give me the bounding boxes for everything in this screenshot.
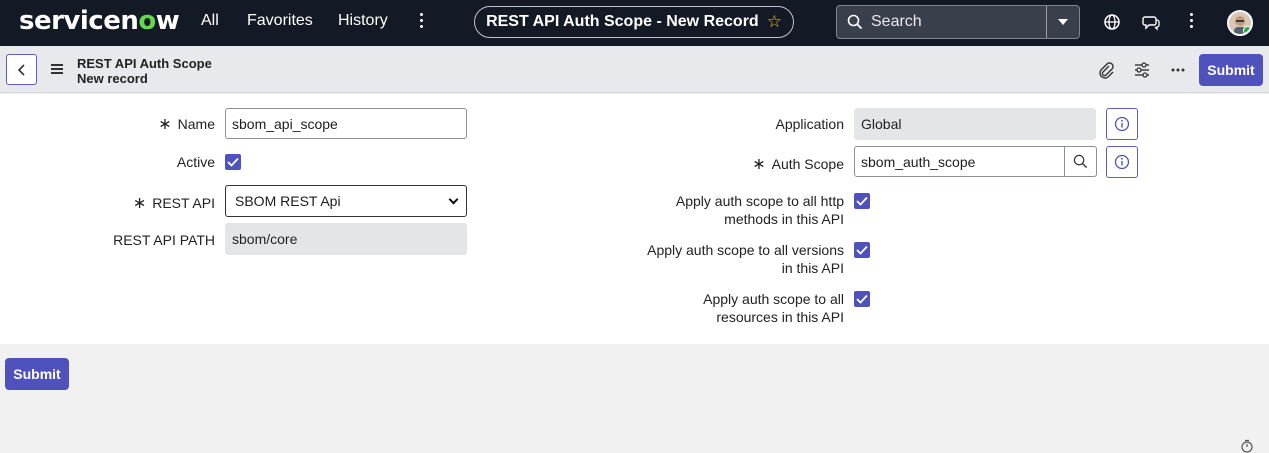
auth-scope-info-button[interactable] — [1106, 146, 1138, 178]
rest-api-selected: SBOM REST Api — [235, 193, 341, 209]
application-field: Global — [854, 108, 1096, 140]
search-scope-dropdown[interactable] — [1046, 6, 1079, 38]
nav-favorites[interactable]: Favorites — [247, 12, 313, 30]
rest-api-select[interactable]: SBOM REST Api — [225, 185, 467, 217]
record-title: REST API Auth Scope - New Record — [486, 13, 759, 30]
active-label: Active — [176, 154, 215, 170]
checkmark-icon — [856, 245, 868, 255]
apply-versions-checkbox[interactable] — [854, 242, 870, 258]
star-icon[interactable]: ☆ — [767, 12, 782, 32]
apply-resources-checkbox[interactable] — [854, 291, 870, 307]
rest-api-path-field: sbom/core — [225, 223, 467, 255]
form-title-table: REST API Auth Scope — [77, 56, 212, 71]
submit-button-bottom[interactable]: Submit — [5, 358, 69, 390]
record-title-pill[interactable]: REST API Auth Scope - New Record ☆ — [474, 6, 794, 38]
name-label: ∗ Name — [158, 116, 215, 133]
application-value: Global — [861, 116, 902, 132]
info-icon — [1114, 154, 1130, 170]
active-checkbox[interactable] — [225, 154, 241, 170]
submit-button[interactable]: Submit — [1199, 54, 1263, 86]
rest-api-path-label: REST API PATH — [113, 232, 215, 248]
record-header: REST API Auth Scope New record Submit — [0, 46, 1269, 93]
apply-http-methods-label: Apply auth scope to all http methods in t… — [675, 193, 844, 227]
chat-icon[interactable] — [1141, 12, 1161, 32]
chevron-left-icon — [17, 63, 25, 76]
checkmark-icon — [227, 157, 239, 167]
record-form: ∗ Name sbom_api_scope Active ∗ REST API SB… — [0, 94, 1269, 344]
more-vertical-icon[interactable] — [1188, 10, 1194, 34]
rest-api-label: ∗ REST API — [132, 195, 215, 212]
auth-scope-label: ∗ Auth Scope — [752, 156, 844, 173]
top-nav: servicenow All Favorites History REST AP… — [0, 0, 1269, 46]
chevron-down-icon — [448, 194, 459, 204]
search-placeholder: Search — [871, 13, 922, 30]
info-icon — [1114, 116, 1130, 132]
back-button[interactable] — [6, 54, 37, 85]
form-title-record: New record — [77, 71, 148, 86]
settings-sliders-icon[interactable] — [1133, 61, 1151, 79]
name-value: sbom_api_scope — [232, 115, 338, 132]
chevron-down-icon — [1058, 19, 1068, 25]
search-input[interactable]: Search — [837, 6, 1046, 38]
nav-all[interactable]: All — [201, 12, 219, 30]
search-icon — [1073, 154, 1088, 169]
presence-indicator — [1243, 26, 1251, 34]
avatar[interactable] — [1227, 10, 1253, 36]
rest-api-path-value: sbom/core — [232, 231, 298, 247]
timer-icon[interactable] — [1240, 439, 1254, 453]
apply-resources-label: Apply auth scope to all resources in this… — [703, 291, 844, 325]
auth-scope-lookup-button[interactable] — [1065, 146, 1097, 177]
auth-scope-value: sbom_auth_scope — [861, 153, 976, 170]
name-field[interactable]: sbom_api_scope — [225, 108, 467, 139]
servicenow-logo[interactable]: servicenow — [19, 6, 180, 36]
search-icon — [847, 14, 863, 30]
application-info-button[interactable] — [1106, 108, 1138, 140]
required-asterisk-icon: ∗ — [752, 156, 766, 173]
required-asterisk-icon: ∗ — [132, 195, 147, 212]
more-horizontal-icon[interactable] — [1169, 61, 1187, 79]
more-vertical-icon[interactable] — [418, 10, 424, 34]
global-search[interactable]: Search — [836, 5, 1080, 39]
apply-versions-label: Apply auth scope to all versions in this … — [647, 242, 844, 276]
application-label: Application — [775, 116, 845, 132]
auth-scope-field[interactable]: sbom_auth_scope — [854, 146, 1065, 177]
checkmark-icon — [856, 294, 868, 304]
nav-history[interactable]: History — [338, 12, 388, 30]
apply-http-methods-checkbox[interactable] — [854, 193, 870, 209]
checkmark-icon — [856, 196, 868, 206]
required-asterisk-icon: ∗ — [158, 116, 172, 133]
globe-icon[interactable] — [1102, 12, 1122, 32]
paperclip-icon[interactable] — [1097, 61, 1115, 79]
hamburger-menu-icon[interactable] — [51, 64, 63, 76]
form-title: REST API Auth Scope New record — [77, 56, 212, 86]
